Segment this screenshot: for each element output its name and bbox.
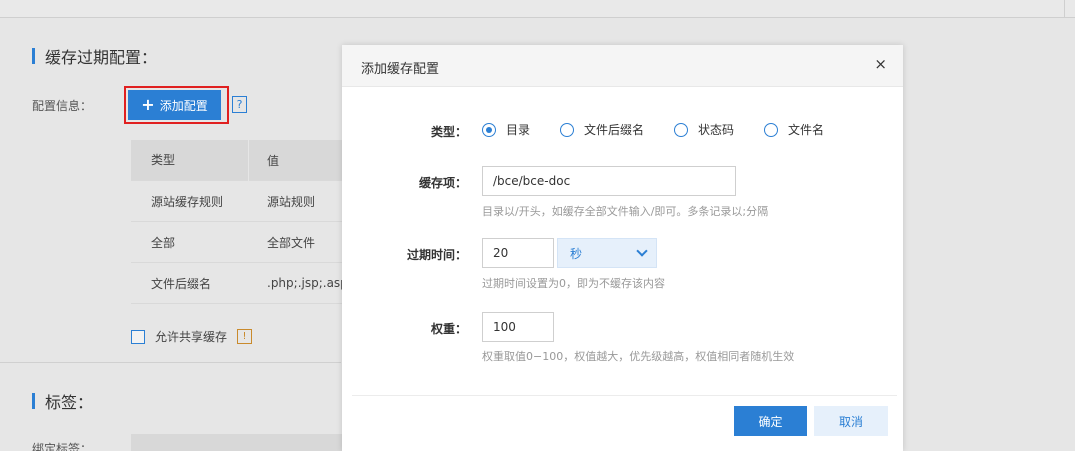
section-divider	[0, 362, 341, 363]
confirm-button[interactable]: 确定	[734, 406, 807, 436]
close-icon[interactable]: ×	[874, 57, 887, 72]
config-table: 类型 值 源站缓存规则 源站规则 全部 全部文件 文件后缀名 .php;.jsp…	[131, 139, 343, 304]
help-icon[interactable]: ?	[232, 96, 247, 113]
weight-hint: 权重取值0−100，权值越大，优先级越高，权值相同者随机生效	[482, 350, 795, 363]
warning-icon[interactable]: !	[237, 329, 253, 344]
radio-label: 文件名	[788, 123, 825, 137]
cancel-button[interactable]: 取消	[814, 406, 888, 436]
config-info-label: 配置信息：	[32, 99, 93, 113]
add-config-label: 添加配置	[159, 98, 208, 113]
add-config-button[interactable]: + 添加配置	[128, 90, 221, 120]
expire-time-hint: 过期时间设置为0，即为不缓存该内容	[482, 277, 665, 290]
dialog-header: 添加缓存配置 ×	[342, 45, 903, 87]
radio-button-checked[interactable]	[482, 122, 496, 137]
section-bar	[32, 393, 35, 409]
table-cell: 全部文件	[267, 235, 316, 250]
cache-item-hint: 目录以/开头，如缓存全部文件输入/即可。多条记录以;分隔	[482, 205, 769, 218]
radio-button[interactable]	[674, 122, 689, 137]
table-row: 源站缓存规则 源站规则	[131, 181, 343, 222]
table-header-value: 值	[267, 153, 280, 168]
section-title-text: 缓存过期配置：	[45, 48, 158, 67]
add-cache-config-dialog: 添加缓存配置 × 类型： 目录 文件后缀名 状态码 文件名 缓存项： /bce/…	[342, 45, 903, 451]
top-bar-divider	[1064, 0, 1065, 18]
dialog-title: 添加缓存配置	[361, 62, 440, 77]
radio-button[interactable]	[764, 122, 779, 137]
chevron-down-icon	[636, 245, 648, 257]
section-bar	[32, 48, 35, 64]
cache-item-label: 缓存项：	[418, 176, 467, 190]
radio-label: 状态码	[698, 123, 735, 137]
type-radio-group: 目录 文件后缀名 状态码 文件名	[482, 121, 854, 138]
expire-time-label: 过期时间：	[406, 248, 467, 262]
weight-label: 权重：	[430, 322, 467, 336]
share-cache-label: 允许共享缓存	[155, 330, 228, 344]
plus-icon: +	[141, 95, 155, 114]
table-header-type: 类型	[131, 139, 249, 181]
table-cell: 源站缓存规则	[151, 194, 224, 209]
table-cell: 全部	[151, 235, 176, 250]
radio-button[interactable]	[560, 122, 575, 137]
bind-tags-field[interactable]	[131, 434, 343, 451]
bind-tags-label: 绑定标签：	[32, 442, 93, 451]
radio-file-suffix[interactable]: 文件后缀名	[560, 121, 644, 138]
cache-item-input[interactable]: /bce/bce-doc	[482, 166, 736, 196]
table-header-row: 类型 值	[131, 139, 343, 181]
radio-label: 目录	[506, 123, 531, 137]
table-row: 文件后缀名 .php;.jsp;.asp	[131, 263, 343, 304]
footer-divider	[352, 395, 897, 396]
weight-input[interactable]: 100	[482, 312, 554, 342]
table-row: 全部 全部文件	[131, 222, 343, 263]
expire-time-input[interactable]: 20	[482, 238, 554, 268]
section-title-tags: 标签：	[32, 389, 93, 413]
radio-file-name[interactable]: 文件名	[764, 121, 824, 138]
expire-unit-value: 秒	[570, 246, 583, 261]
section-title-cache-expire: 缓存过期配置：	[32, 44, 157, 68]
type-label: 类型：	[430, 125, 467, 139]
table-cell: 文件后缀名	[151, 276, 212, 291]
share-cache-row: 允许共享缓存 !	[131, 328, 253, 345]
table-cell: 源站规则	[267, 194, 316, 209]
expire-unit-select[interactable]: 秒	[557, 238, 657, 268]
radio-directory[interactable]: 目录	[482, 121, 530, 138]
section-title-text: 标签：	[45, 393, 94, 412]
radio-label: 文件后缀名	[584, 123, 645, 137]
share-cache-checkbox[interactable]	[131, 329, 145, 344]
radio-status-code[interactable]: 状态码	[674, 121, 734, 138]
table-cell: .php;.jsp;.asp	[267, 276, 343, 290]
top-bar	[0, 0, 1075, 18]
